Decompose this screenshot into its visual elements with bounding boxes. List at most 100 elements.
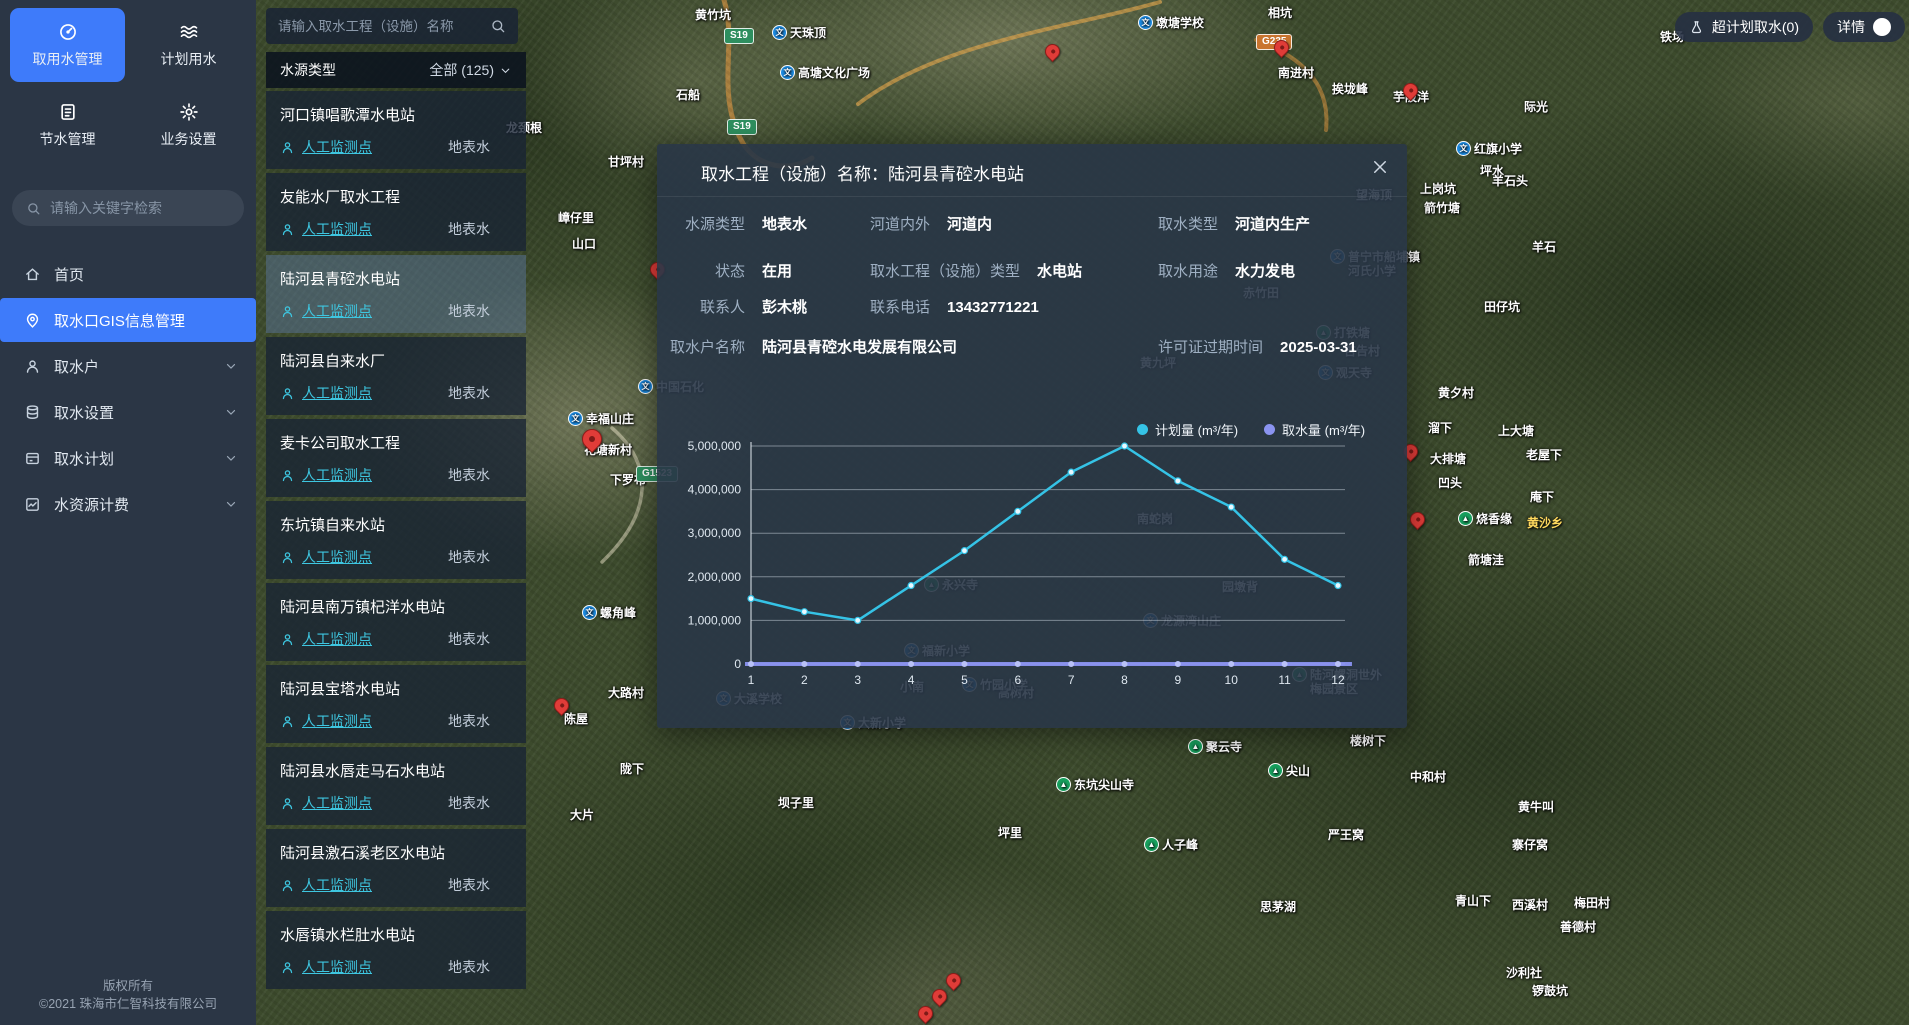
sidebar-item[interactable]: 取水计划 <box>0 436 256 480</box>
station-list-item[interactable]: 陆河县青硿水电站人工监测点地表水 <box>266 255 526 333</box>
close-icon[interactable] <box>1371 158 1389 176</box>
station-name: 友能水厂取水工程 <box>280 186 512 207</box>
station-list-item[interactable]: 陆河县激石溪老区水电站人工监测点地表水 <box>266 829 526 907</box>
map-label-text: 溜下 <box>1428 421 1452 435</box>
station-name: 水唇镇水栏肚水电站 <box>280 924 512 945</box>
module-tab[interactable]: 计划用水 <box>131 8 246 82</box>
detail-toggle[interactable]: 详情 <box>1823 12 1905 42</box>
sidebar-item-label: 取水设置 <box>54 402 211 423</box>
station-list-item[interactable]: 陆河县自来水厂人工监测点地表水 <box>266 337 526 415</box>
field-label: 状态 <box>657 261 745 283</box>
svg-text:0: 0 <box>734 657 741 671</box>
monitor-type-link[interactable]: 人工监测点 <box>302 301 441 321</box>
station-name: 陆河县宝塔水电站 <box>280 678 512 699</box>
toggle-knob-icon[interactable] <box>1873 18 1891 36</box>
map-place-label: 文螺角峰 <box>582 606 636 620</box>
map-label-text: 青山下 <box>1455 894 1491 908</box>
sidebar-item[interactable]: 取水口GIS信息管理 <box>0 298 256 342</box>
map-label-text: 严王窝 <box>1328 828 1364 842</box>
sidebar-item[interactable]: 水资源计费 <box>0 482 256 526</box>
monitor-type-link[interactable]: 人工监测点 <box>302 711 441 731</box>
field-value: 河道内生产 <box>1235 214 1310 236</box>
module-switcher: 取用水管理 计划用水节水管理业务设置 <box>0 0 256 166</box>
station-list-item[interactable]: 陆河县水唇走马石水电站人工监测点地表水 <box>266 747 526 825</box>
map-label-text: 黄竹坑 <box>695 8 731 22</box>
map-label-text: 锣鼓坑 <box>1532 984 1568 998</box>
station-list-item[interactable]: 水唇镇水栏肚水电站人工监测点地表水 <box>266 911 526 989</box>
station-list-item[interactable]: 河口镇唱歌潭水电站人工监测点地表水 <box>266 91 526 169</box>
app-window: 黄竹坑文天珠顶文墩塘学校相坑南进村挨垅峰芋陂洋际光铁场坪水文红旗小学望海顶上岗坑… <box>0 0 1909 1025</box>
svg-text:5,000,000: 5,000,000 <box>688 439 742 453</box>
map-pin-icon[interactable] <box>1042 41 1063 62</box>
station-search-input[interactable] <box>278 19 482 34</box>
water-source-type: 地表水 <box>448 137 512 157</box>
poi-blue-icon: 文 <box>638 379 653 394</box>
field-value: 河道内 <box>947 214 992 236</box>
station-list-item[interactable]: 陆河县南万镇杞洋水电站人工监测点地表水 <box>266 583 526 661</box>
map-place-label: 严王窝 <box>1328 828 1364 842</box>
map-pin-icon[interactable] <box>1407 509 1428 530</box>
flask-icon <box>1689 20 1704 35</box>
copyright: 版权所有 ©2021 珠海市仁智科技有限公司 <box>0 977 256 1013</box>
monitor-type-link[interactable]: 人工监测点 <box>302 219 441 239</box>
waves-icon <box>179 22 199 42</box>
map-label-text: 寨仔窝 <box>1512 838 1548 852</box>
svg-text:1: 1 <box>748 673 755 687</box>
home-icon <box>24 266 41 283</box>
copyright-line1: 版权所有 <box>0 977 256 995</box>
sidebar-item-label: 取水计划 <box>54 448 211 469</box>
water-source-type: 地表水 <box>448 629 512 649</box>
source-type-filter[interactable]: 水源类型 全部 (125) <box>266 52 526 88</box>
water-source-type: 地表水 <box>448 957 512 977</box>
station-list-item[interactable]: 东坑镇自来水站人工监测点地表水 <box>266 501 526 579</box>
sidebar: 取用水管理 计划用水节水管理业务设置 首页取水口GIS信息管理取水户取水设置取水计… <box>0 0 256 1025</box>
map-label-text: 梅田村 <box>1574 896 1610 910</box>
water-source-type: 地表水 <box>448 547 512 567</box>
monitor-type-link[interactable]: 人工监测点 <box>302 465 441 485</box>
station-meta-row: 人工监测点地表水 <box>280 793 512 813</box>
sidebar-item[interactable]: 首页 <box>0 252 256 296</box>
monitor-type-link[interactable]: 人工监测点 <box>302 875 441 895</box>
copyright-line2: ©2021 珠海市仁智科技有限公司 <box>0 995 256 1013</box>
sidebar-item[interactable]: 取水设置 <box>0 390 256 434</box>
over-plan-intake-button[interactable]: 超计划取水(0) <box>1675 12 1813 42</box>
map-pin-icon[interactable] <box>929 986 950 1007</box>
monitor-type-link[interactable]: 人工监测点 <box>302 629 441 649</box>
map-place-label: ▲东坑尖山寺 <box>1056 778 1134 792</box>
monitor-type-link[interactable]: 人工监测点 <box>302 793 441 813</box>
map-pin-icon[interactable] <box>915 1003 936 1024</box>
module-active[interactable]: 取用水管理 <box>10 8 125 82</box>
module-tab[interactable]: 业务设置 <box>131 88 246 162</box>
chevron-down-icon <box>224 497 238 511</box>
station-search-box[interactable] <box>266 8 518 44</box>
map-label-text: 石船 <box>676 88 700 102</box>
monitor-type-link[interactable]: 人工监测点 <box>302 137 441 157</box>
field-value: 地表水 <box>762 214 807 236</box>
poi-blue-icon: 文 <box>582 605 597 620</box>
map-label-text: 思茅湖 <box>1260 900 1296 914</box>
map-place-label: 嶂仔里 <box>558 211 594 225</box>
module-label: 取用水管理 <box>33 49 103 69</box>
svg-text:6: 6 <box>1014 673 1021 687</box>
map-pin-icon[interactable] <box>943 970 964 991</box>
monitor-type-link[interactable]: 人工监测点 <box>302 383 441 403</box>
map-label-text: 山口 <box>572 237 596 251</box>
map-label-text: 挨垅峰 <box>1332 82 1368 96</box>
station-list-item[interactable]: 友能水厂取水工程人工监测点地表水 <box>266 173 526 251</box>
sidebar-search-input[interactable] <box>50 200 231 216</box>
sidebar-item[interactable]: 取水户 <box>0 344 256 388</box>
station-list-item[interactable]: 麦卡公司取水工程人工监测点地表水 <box>266 419 526 497</box>
field-value: 在用 <box>762 261 792 283</box>
module-tab[interactable]: 节水管理 <box>10 88 125 162</box>
svg-text:2: 2 <box>801 673 808 687</box>
field-label: 取水类型 <box>1158 214 1218 236</box>
map-label-text: 高塘文化广场 <box>798 66 870 80</box>
map-label-text: 南进村 <box>1278 66 1314 80</box>
station-list-item[interactable]: 陆河县宝塔水电站人工监测点地表水 <box>266 665 526 743</box>
map-place-label: 羊石 <box>1532 240 1556 254</box>
sidebar-search-box[interactable] <box>12 190 244 226</box>
poi-green-icon: ▲ <box>1188 739 1203 754</box>
monitor-type-link[interactable]: 人工监测点 <box>302 547 441 567</box>
map-place-label: 庵下 <box>1530 490 1554 504</box>
monitor-type-link[interactable]: 人工监测点 <box>302 957 441 977</box>
